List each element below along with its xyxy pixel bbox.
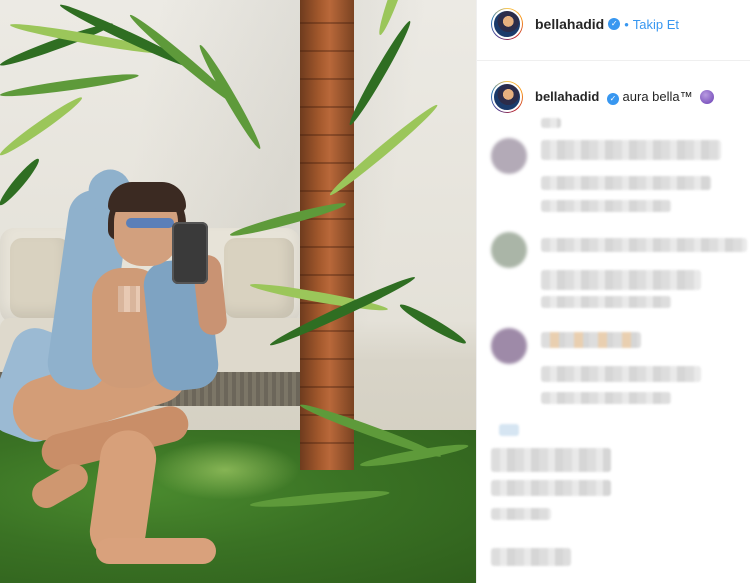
blurred-icon (499, 424, 519, 436)
verified-badge-icon: ✓ (608, 18, 621, 30)
blurred-comment (541, 270, 701, 290)
post-sidebar: bellahadid ✓ • Takip Et bellahadid ✓ aur… (476, 0, 750, 583)
grass-light (150, 440, 300, 500)
blurred-text (491, 508, 551, 520)
blurred-comment (541, 176, 711, 190)
sunglasses (126, 218, 174, 228)
caption: bellahadid ✓ aura bella™ (535, 89, 715, 105)
blurred-comment (541, 200, 671, 212)
blurred-text (491, 548, 571, 566)
caption-username[interactable]: bellahadid (535, 89, 599, 104)
blurred-comment (541, 296, 671, 308)
instagram-post: bellahadid ✓ • Takip Et bellahadid ✓ aur… (0, 0, 750, 583)
username-link[interactable]: bellahadid (535, 16, 604, 32)
blurred-text (541, 118, 561, 128)
header-separator: • (624, 16, 629, 32)
blurred-text (491, 448, 611, 472)
censor-pixelation (118, 286, 140, 312)
comment-avatar (491, 138, 527, 174)
avatar-image (492, 9, 522, 39)
blurred-comment (541, 238, 747, 252)
avatar[interactable] (491, 81, 523, 113)
follow-button[interactable]: Takip Et (633, 17, 679, 32)
caption-text: aura bella™ (622, 89, 693, 104)
comment-avatar (491, 328, 527, 364)
blurred-comment (541, 366, 701, 382)
person-foot (96, 538, 216, 564)
purple-emoji-icon (700, 90, 715, 104)
blurred-comment (541, 392, 671, 404)
post-photo[interactable] (0, 0, 476, 583)
tree-trunk-texture (300, 0, 354, 470)
blurred-comment (541, 332, 641, 348)
person-hair (108, 182, 186, 212)
sofa-cushion (224, 238, 294, 318)
blurred-comment (541, 140, 721, 160)
avatar-image (492, 82, 522, 112)
post-header: bellahadid ✓ • Takip Et (477, 0, 750, 48)
smartphone (172, 222, 208, 284)
caption-row: bellahadid ✓ aura bella™ (477, 61, 750, 113)
comment-avatar (491, 232, 527, 268)
blurred-text (491, 480, 611, 496)
avatar[interactable] (491, 8, 523, 40)
verified-badge-icon: ✓ (606, 93, 619, 105)
